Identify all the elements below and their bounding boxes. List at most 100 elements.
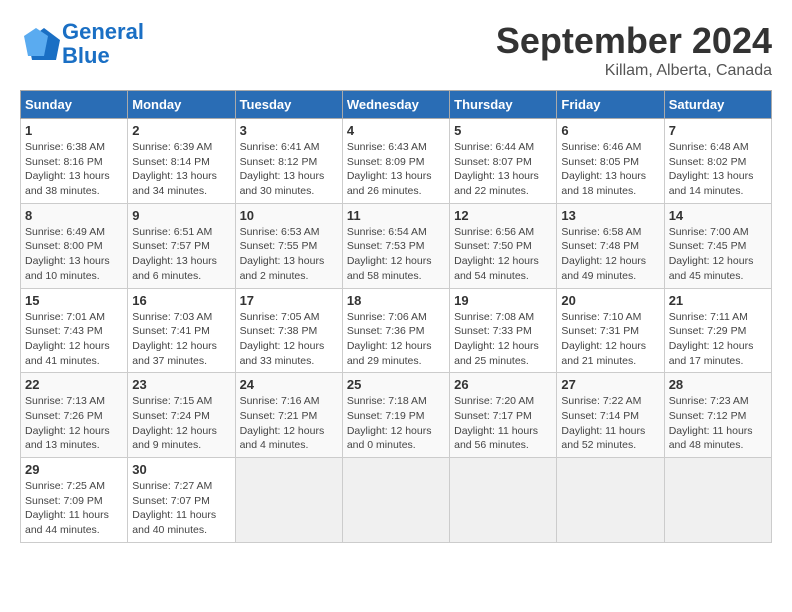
day-info: Sunrise: 6:38 AMSunset: 8:16 PMDaylight:… (25, 140, 123, 199)
table-row: 14 Sunrise: 7:00 AMSunset: 7:45 PMDayligh… (664, 203, 771, 288)
day-number: 7 (669, 123, 767, 138)
day-number: 1 (25, 123, 123, 138)
day-info: Sunrise: 7:23 AMSunset: 7:12 PMDaylight:… (669, 394, 767, 453)
day-info: Sunrise: 7:05 AMSunset: 7:38 PMDaylight:… (240, 310, 338, 369)
table-row: 3 Sunrise: 6:41 AMSunset: 8:12 PMDaylight… (235, 119, 342, 204)
table-row: 12 Sunrise: 6:56 AMSunset: 7:50 PMDayligh… (450, 203, 557, 288)
header-wednesday: Wednesday (342, 91, 449, 119)
day-number: 13 (561, 208, 659, 223)
day-number: 22 (25, 377, 123, 392)
header-thursday: Thursday (450, 91, 557, 119)
day-number: 14 (669, 208, 767, 223)
day-number: 6 (561, 123, 659, 138)
table-row (664, 458, 771, 543)
week-row-0: 1 Sunrise: 6:38 AMSunset: 8:16 PMDaylight… (21, 119, 772, 204)
day-info: Sunrise: 7:15 AMSunset: 7:24 PMDaylight:… (132, 394, 230, 453)
header-tuesday: Tuesday (235, 91, 342, 119)
day-number: 2 (132, 123, 230, 138)
day-info: Sunrise: 6:39 AMSunset: 8:14 PMDaylight:… (132, 140, 230, 199)
table-row: 15 Sunrise: 7:01 AMSunset: 7:43 PMDayligh… (21, 288, 128, 373)
day-number: 19 (454, 293, 552, 308)
day-info: Sunrise: 6:48 AMSunset: 8:02 PMDaylight:… (669, 140, 767, 199)
calendar-header: SundayMondayTuesdayWednesdayThursdayFrid… (21, 91, 772, 119)
table-row: 24Sunrise: 7:16 AMSunset: 7:21 PMDayligh… (235, 373, 342, 458)
day-info: Sunrise: 7:13 AMSunset: 7:26 PMDaylight:… (25, 394, 123, 453)
table-row: 28 Sunrise: 7:23 AMSunset: 7:12 PMDayligh… (664, 373, 771, 458)
day-info: Sunrise: 7:11 AMSunset: 7:29 PMDaylight:… (669, 310, 767, 369)
table-row: 21Sunrise: 7:11 AMSunset: 7:29 PMDayligh… (664, 288, 771, 373)
table-row: 1 Sunrise: 6:38 AMSunset: 8:16 PMDaylight… (21, 119, 128, 204)
table-row: 22 Sunrise: 7:13 AMSunset: 7:26 PMDayligh… (21, 373, 128, 458)
day-number: 3 (240, 123, 338, 138)
page-header: General Blue September 2024 Killam, Albe… (20, 20, 772, 80)
logo-line2: Blue (62, 43, 110, 68)
week-row-3: 22 Sunrise: 7:13 AMSunset: 7:26 PMDayligh… (21, 373, 772, 458)
day-info: Sunrise: 7:16 AMSunset: 7:21 PMDaylight:… (240, 394, 338, 453)
week-row-4: 29 Sunrise: 7:25 AMSunset: 7:09 PMDayligh… (21, 458, 772, 543)
calendar-title: September 2024 (496, 20, 772, 62)
day-info: Sunrise: 7:03 AMSunset: 7:41 PMDaylight:… (132, 310, 230, 369)
day-number: 16 (132, 293, 230, 308)
day-number: 23 (132, 377, 230, 392)
day-info: Sunrise: 6:49 AMSunset: 8:00 PMDaylight:… (25, 225, 123, 284)
week-row-2: 15 Sunrise: 7:01 AMSunset: 7:43 PMDayligh… (21, 288, 772, 373)
day-number: 4 (347, 123, 445, 138)
table-row: 4 Sunrise: 6:43 AMSunset: 8:09 PMDaylight… (342, 119, 449, 204)
table-row (450, 458, 557, 543)
calendar-table: SundayMondayTuesdayWednesdayThursdayFrid… (20, 90, 772, 543)
day-number: 15 (25, 293, 123, 308)
day-info: Sunrise: 7:25 AMSunset: 7:09 PMDaylight:… (25, 479, 123, 538)
day-number: 26 (454, 377, 552, 392)
day-info: Sunrise: 6:43 AMSunset: 8:09 PMDaylight:… (347, 140, 445, 199)
table-row: 10Sunrise: 6:53 AMSunset: 7:55 PMDayligh… (235, 203, 342, 288)
day-number: 5 (454, 123, 552, 138)
day-number: 8 (25, 208, 123, 223)
title-area: September 2024 Killam, Alberta, Canada (496, 20, 772, 80)
day-info: Sunrise: 7:01 AMSunset: 7:43 PMDaylight:… (25, 310, 123, 369)
day-number: 27 (561, 377, 659, 392)
day-info: Sunrise: 7:10 AMSunset: 7:31 PMDaylight:… (561, 310, 659, 369)
calendar-subtitle: Killam, Alberta, Canada (496, 62, 772, 80)
day-info: Sunrise: 7:22 AMSunset: 7:14 PMDaylight:… (561, 394, 659, 453)
table-row: 2 Sunrise: 6:39 AMSunset: 8:14 PMDaylight… (128, 119, 235, 204)
day-info: Sunrise: 6:41 AMSunset: 8:12 PMDaylight:… (240, 140, 338, 199)
table-row: 23 Sunrise: 7:15 AMSunset: 7:24 PMDayligh… (128, 373, 235, 458)
day-number: 29 (25, 462, 123, 477)
day-info: Sunrise: 7:27 AMSunset: 7:07 PMDaylight:… (132, 479, 230, 538)
day-number: 12 (454, 208, 552, 223)
table-row: 29 Sunrise: 7:25 AMSunset: 7:09 PMDayligh… (21, 458, 128, 543)
table-row: 8 Sunrise: 6:49 AMSunset: 8:00 PMDaylight… (21, 203, 128, 288)
day-number: 18 (347, 293, 445, 308)
table-row: 30Sunrise: 7:27 AMSunset: 7:07 PMDayligh… (128, 458, 235, 543)
table-row (557, 458, 664, 543)
table-row: 26Sunrise: 7:20 AMSunset: 7:17 PMDayligh… (450, 373, 557, 458)
table-row: 16 Sunrise: 7:03 AMSunset: 7:41 PMDayligh… (128, 288, 235, 373)
table-row: 18Sunrise: 7:06 AMSunset: 7:36 PMDayligh… (342, 288, 449, 373)
table-row: 5 Sunrise: 6:44 AMSunset: 8:07 PMDaylight… (450, 119, 557, 204)
day-info: Sunrise: 7:18 AMSunset: 7:19 PMDaylight:… (347, 394, 445, 453)
header-sunday: Sunday (21, 91, 128, 119)
day-info: Sunrise: 6:54 AMSunset: 7:53 PMDaylight:… (347, 225, 445, 284)
day-number: 20 (561, 293, 659, 308)
day-number: 28 (669, 377, 767, 392)
day-info: Sunrise: 6:46 AMSunset: 8:05 PMDaylight:… (561, 140, 659, 199)
day-number: 25 (347, 377, 445, 392)
day-info: Sunrise: 6:44 AMSunset: 8:07 PMDaylight:… (454, 140, 552, 199)
table-row: 27 Sunrise: 7:22 AMSunset: 7:14 PMDayligh… (557, 373, 664, 458)
header-friday: Friday (557, 91, 664, 119)
table-row: 19 Sunrise: 7:08 AMSunset: 7:33 PMDayligh… (450, 288, 557, 373)
table-row: 9Sunrise: 6:51 AMSunset: 7:57 PMDaylight… (128, 203, 235, 288)
day-info: Sunrise: 7:00 AMSunset: 7:45 PMDaylight:… (669, 225, 767, 284)
table-row: 6 Sunrise: 6:46 AMSunset: 8:05 PMDaylight… (557, 119, 664, 204)
table-row: 20 Sunrise: 7:10 AMSunset: 7:31 PMDayligh… (557, 288, 664, 373)
table-row (342, 458, 449, 543)
day-number: 9 (132, 208, 230, 223)
calendar-body: 1 Sunrise: 6:38 AMSunset: 8:16 PMDaylight… (21, 119, 772, 543)
table-row: 11Sunrise: 6:54 AMSunset: 7:53 PMDayligh… (342, 203, 449, 288)
day-info: Sunrise: 7:08 AMSunset: 7:33 PMDaylight:… (454, 310, 552, 369)
header-saturday: Saturday (664, 91, 771, 119)
day-info: Sunrise: 6:53 AMSunset: 7:55 PMDaylight:… (240, 225, 338, 284)
day-info: Sunrise: 6:56 AMSunset: 7:50 PMDaylight:… (454, 225, 552, 284)
logo: General Blue (20, 20, 144, 68)
logo-line1: General (62, 19, 144, 44)
